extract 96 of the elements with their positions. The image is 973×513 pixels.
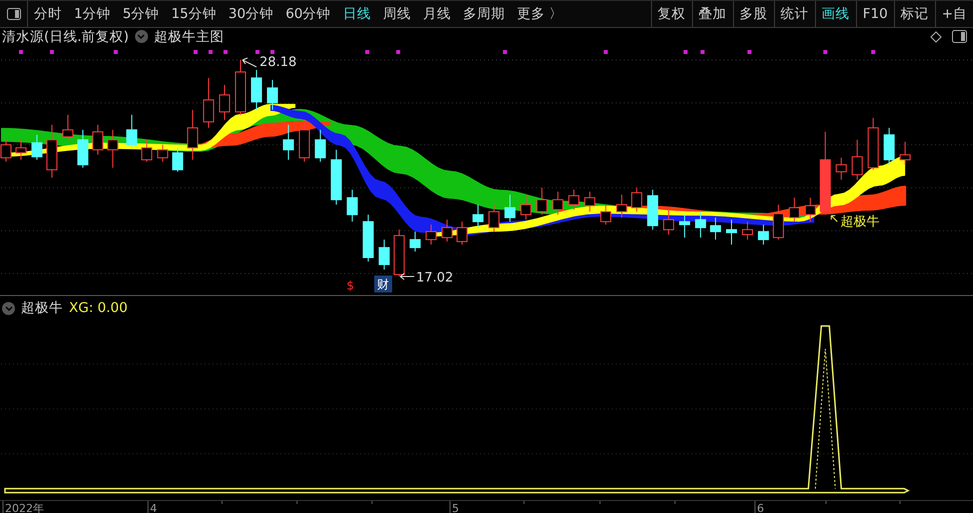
candlestick: [442, 219, 453, 242]
candlestick: [804, 197, 816, 222]
candlestick: [410, 231, 421, 252]
candlestick: [426, 224, 437, 246]
toolbar-button[interactable]: 统计: [774, 1, 815, 27]
candlestick: [330, 149, 342, 206]
period-tab[interactable]: 15分钟: [165, 1, 222, 27]
indicator-reading: XG: 0.00: [69, 300, 128, 316]
candlestick: [663, 209, 674, 236]
toolbar-button[interactable]: 叠加: [692, 1, 733, 27]
candlestick: [266, 79, 278, 110]
candlestick: [552, 191, 564, 216]
toolbar-button[interactable]: 多股: [732, 1, 774, 27]
candlestick: [536, 187, 548, 216]
period-tab[interactable]: 日线: [336, 1, 377, 27]
candlestick: [647, 189, 658, 230]
axis-label: 2022年: [5, 502, 44, 513]
candlestick: [187, 109, 198, 160]
axis-label: 4: [150, 502, 157, 513]
more-button[interactable]: 更多 〉: [510, 1, 570, 27]
candlestick: [456, 221, 468, 246]
candlestick: [631, 187, 642, 212]
candlestick: [172, 147, 184, 172]
candlestick: [378, 239, 390, 270]
low-price-label: 17.02: [416, 270, 454, 286]
candlestick: [126, 114, 138, 148]
sidebar-toggle-icon[interactable]: [6, 8, 20, 20]
candlestick: [107, 129, 118, 168]
toolbar-button[interactable]: 复权: [650, 1, 692, 27]
candlestick: [157, 144, 168, 162]
candlestick: [235, 59, 246, 116]
candlestick: [852, 139, 863, 180]
arrow-icon: [400, 272, 415, 280]
candlestick: [679, 214, 690, 238]
period-tab[interactable]: 1分钟: [68, 1, 117, 27]
period-tab[interactable]: 60分钟: [280, 1, 337, 27]
indicator-name: 超极牛: [21, 299, 63, 318]
toolbar-button[interactable]: 标记: [894, 1, 935, 27]
candlestick: [788, 197, 800, 222]
candlestick: [362, 214, 374, 262]
candlestick: [836, 157, 847, 180]
candlestick: [282, 124, 294, 160]
candlestick: [884, 127, 895, 166]
candlestick: [772, 204, 784, 240]
candlestick: [141, 139, 152, 162]
arrow-icon: [830, 215, 838, 222]
candlestick: [584, 191, 596, 212]
dropdown-icon[interactable]: [134, 30, 148, 44]
axis-label: 5: [452, 502, 459, 513]
candlestick: [31, 134, 42, 160]
candlestick: [520, 194, 532, 220]
finance-mark: 财: [374, 275, 392, 292]
candlestick: [695, 211, 706, 238]
candlestick: [15, 139, 26, 160]
high-price-label: 28.18: [259, 54, 297, 70]
candlestick: [710, 217, 722, 240]
panel-toggle-icon[interactable]: [952, 30, 967, 44]
signal-label: 超极牛: [840, 214, 880, 230]
toolbar-button[interactable]: F10: [856, 1, 894, 27]
period-tab[interactable]: 多周期: [456, 1, 511, 27]
period-tab[interactable]: 5分钟: [116, 1, 166, 27]
candlestick: [504, 194, 516, 222]
indicator-name[interactable]: 超极牛主图: [154, 28, 224, 46]
candlestick: [298, 119, 310, 162]
toolbar-button[interactable]: 画线: [814, 1, 856, 27]
candlestick: [868, 117, 879, 170]
candlestick: [346, 189, 358, 222]
arrow-icon: [242, 57, 257, 68]
candlestick: [472, 204, 484, 228]
period-tab[interactable]: 月线: [416, 1, 457, 27]
candlestick: [616, 194, 628, 218]
candlestick: [600, 204, 612, 226]
stock-title: 清水源(日线.前复权): [2, 28, 129, 46]
candlestick: [314, 129, 326, 162]
toolbar-button[interactable]: +自: [934, 1, 973, 27]
period-tab[interactable]: 分时: [28, 1, 68, 27]
candlestick: [488, 204, 500, 232]
diamond-icon[interactable]: [930, 30, 942, 43]
candlestick: [758, 224, 769, 246]
candlestick: [900, 141, 911, 166]
candlestick: [742, 221, 753, 240]
axis-label: 6: [757, 502, 764, 513]
candlestick: [46, 124, 58, 178]
candlestick: [77, 129, 88, 168]
candlestick: [62, 114, 74, 140]
candlestick: [92, 124, 104, 156]
candlestick: [726, 219, 737, 246]
dollar-mark: $: [346, 278, 354, 292]
candlestick: [203, 77, 214, 128]
dropdown-icon[interactable]: [2, 302, 15, 315]
candlestick: [250, 69, 262, 110]
candlestick: [219, 84, 230, 120]
candlestick: [568, 189, 580, 210]
candlestick: [394, 229, 405, 277]
period-tab[interactable]: 30分钟: [222, 1, 280, 27]
period-tab[interactable]: 周线: [376, 1, 417, 27]
